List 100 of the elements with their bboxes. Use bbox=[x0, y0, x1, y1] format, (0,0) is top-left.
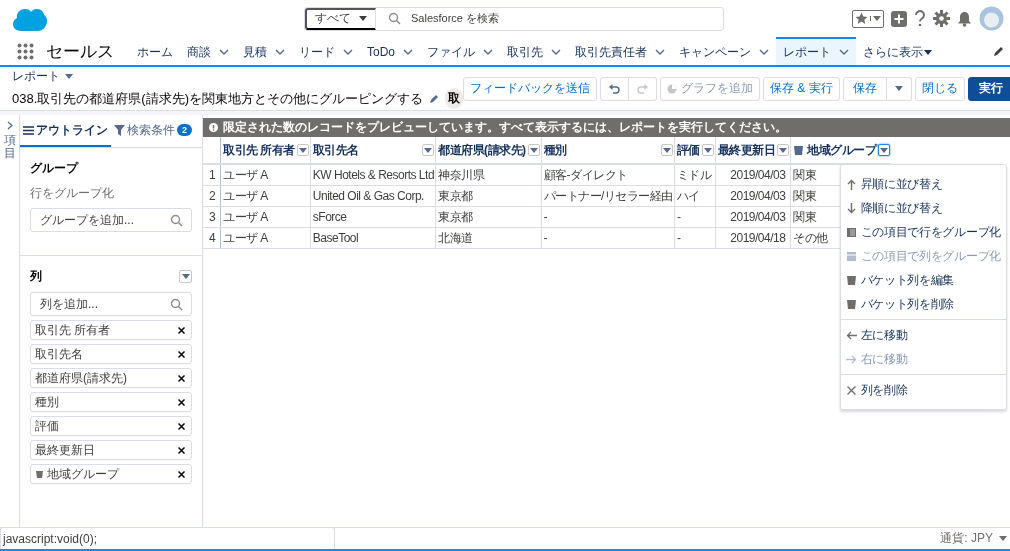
chevron-down-icon[interactable] bbox=[483, 49, 493, 55]
column-search-field[interactable]: 列を追加... bbox=[30, 292, 192, 316]
column-pill[interactable]: 取引先名 bbox=[30, 344, 192, 364]
column-menu-button[interactable] bbox=[422, 144, 435, 156]
panel-tab[interactable]: 検索条件 2 bbox=[111, 115, 195, 147]
fields-panel-toggle[interactable]: 項目 bbox=[3, 134, 16, 161]
remove-icon[interactable] bbox=[178, 422, 185, 430]
object-menu-button[interactable]: レポート bbox=[12, 68, 463, 85]
table-cell: United Oil & Gas Corp. bbox=[310, 185, 436, 207]
favorites-button[interactable] bbox=[852, 9, 884, 28]
remove-icon[interactable] bbox=[178, 470, 185, 478]
toolbar-button[interactable]: 閉じる bbox=[914, 76, 965, 101]
caret-icon bbox=[924, 49, 932, 55]
panel-tab[interactable]: アウトライン bbox=[20, 115, 111, 147]
nav-tab[interactable]: 見積 bbox=[236, 37, 292, 65]
section-title: 列 bbox=[30, 268, 42, 285]
pencil-icon[interactable] bbox=[428, 93, 439, 104]
column-header[interactable]: 最終更新日 bbox=[715, 137, 791, 164]
column-header[interactable]: 都道府県(請求先) bbox=[435, 137, 542, 164]
nav-tab[interactable]: 取引先責任者 bbox=[568, 37, 672, 65]
chevron-down-icon[interactable] bbox=[551, 49, 561, 55]
status-url: javascript:void(0); bbox=[0, 527, 335, 549]
nav-tab[interactable]: キャンペーン bbox=[672, 37, 776, 65]
column-menu-button[interactable] bbox=[878, 144, 891, 156]
remove-icon[interactable] bbox=[178, 446, 185, 454]
column-pill[interactable]: 評価 bbox=[30, 416, 192, 436]
table-cell: 東京都 bbox=[435, 206, 542, 228]
column-pill[interactable]: 都道府県(請求先) bbox=[30, 368, 192, 388]
chevron-down-icon[interactable] bbox=[655, 49, 665, 55]
column-pill[interactable]: 地域グループ bbox=[30, 464, 192, 484]
column-menu-button[interactable] bbox=[296, 144, 309, 156]
help-icon[interactable] bbox=[914, 10, 926, 27]
caret-icon bbox=[999, 536, 1007, 541]
caret-icon bbox=[65, 74, 73, 79]
columns-menu-button[interactable] bbox=[179, 270, 192, 283]
nav-tab[interactable]: ホーム bbox=[130, 37, 180, 65]
caret-icon bbox=[703, 147, 712, 153]
app-launcher-icon[interactable] bbox=[17, 42, 34, 60]
remove-icon[interactable] bbox=[178, 398, 185, 406]
column-menu-button[interactable] bbox=[777, 144, 790, 156]
menu-item[interactable]: 列を削除 bbox=[840, 378, 1006, 402]
toolbar-button[interactable]: 保存 & 実行 bbox=[762, 76, 840, 101]
table-cell: 2019/04/03 bbox=[715, 164, 791, 186]
caret-icon bbox=[894, 86, 903, 91]
group-rows-icon bbox=[845, 226, 857, 238]
arrow-left-icon bbox=[845, 329, 857, 341]
plus-icon[interactable] bbox=[891, 10, 907, 27]
remove-icon[interactable] bbox=[178, 350, 185, 358]
menu-item[interactable]: 左に移動 bbox=[840, 323, 1006, 347]
chevron-down-icon[interactable] bbox=[839, 49, 849, 55]
table-cell: BaseTool bbox=[310, 227, 436, 249]
caret-icon bbox=[181, 274, 190, 279]
row-number: 1 bbox=[203, 164, 221, 186]
column-header[interactable]: 取引先名 bbox=[310, 137, 436, 164]
caret-icon bbox=[298, 147, 307, 153]
table-cell: 2019/04/18 bbox=[715, 227, 791, 249]
nav-tab[interactable]: リード bbox=[292, 37, 360, 65]
pencil-icon[interactable] bbox=[993, 45, 1004, 57]
chevron-down-icon[interactable] bbox=[343, 49, 353, 55]
group-columns-icon bbox=[845, 250, 857, 262]
remove-icon[interactable] bbox=[178, 374, 185, 382]
nav-tab[interactable]: さらに表示 bbox=[856, 37, 939, 65]
table-cell: - bbox=[674, 227, 716, 249]
chevron-down-icon[interactable] bbox=[403, 49, 413, 55]
nav-tab[interactable]: 取引先 bbox=[500, 37, 568, 65]
nav-tab[interactable]: ファイル bbox=[420, 37, 500, 65]
menu-item[interactable]: バケット列を削除 bbox=[840, 292, 1006, 316]
currency-select[interactable]: 通貨: JPY bbox=[934, 529, 1010, 548]
menu-item[interactable]: バケット列を編集 bbox=[840, 268, 1006, 292]
column-menu-button[interactable] bbox=[660, 144, 673, 156]
chevron-down-icon[interactable] bbox=[219, 49, 229, 55]
table-cell: ハイ bbox=[674, 185, 716, 207]
column-pill[interactable]: 種別 bbox=[30, 392, 192, 412]
chevron-down-icon[interactable] bbox=[759, 49, 769, 55]
remove-icon[interactable] bbox=[178, 326, 185, 334]
column-menu-button[interactable] bbox=[527, 144, 540, 156]
save-menu-button[interactable] bbox=[886, 76, 912, 101]
chevron-down-icon[interactable] bbox=[275, 49, 285, 55]
table-cell: KW Hotels & Resorts Ltd bbox=[310, 164, 436, 186]
column-pill[interactable]: 取引先 所有者 bbox=[30, 320, 192, 340]
table-cell: 神奈川県 bbox=[435, 164, 542, 186]
app-name: セールス bbox=[46, 40, 114, 63]
undo-button[interactable] bbox=[599, 76, 629, 101]
nav-tab[interactable]: ToDo bbox=[360, 37, 420, 65]
chevron-right-icon[interactable] bbox=[6, 121, 13, 130]
save-button[interactable]: 保存 bbox=[842, 76, 887, 101]
table-cell: 北海道 bbox=[435, 227, 542, 249]
nav-tab[interactable]: レポート bbox=[776, 37, 856, 65]
bell-icon[interactable] bbox=[957, 10, 972, 27]
settings-icon[interactable] bbox=[933, 10, 950, 27]
nav-tab[interactable]: 商談 bbox=[180, 37, 236, 65]
column-pill[interactable]: 最終更新日 bbox=[30, 440, 192, 460]
toolbar-button[interactable]: フィードバックを送信 bbox=[462, 76, 597, 101]
column-header[interactable]: 取引先 所有者 bbox=[220, 137, 311, 164]
table-cell: sForce bbox=[310, 206, 436, 228]
column-header[interactable]: 種別 bbox=[541, 137, 675, 164]
group-search-field[interactable]: グループを追加... bbox=[30, 208, 192, 232]
toolbar-button[interactable]: 実行 bbox=[967, 76, 1010, 101]
column-menu-button[interactable] bbox=[701, 144, 714, 156]
column-header[interactable]: 評価 bbox=[674, 137, 716, 164]
